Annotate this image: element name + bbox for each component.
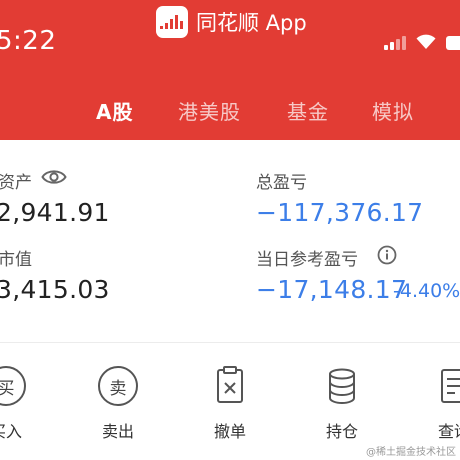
query-label: 查询 [437,422,460,441]
query-button[interactable]: 查询 [414,366,460,446]
sell-label: 卖出 [101,422,134,441]
total-pl-value: −117,376.17 [256,198,424,227]
total-pl-label: 总盈亏 [256,173,307,193]
cancel-order-label: 撤单 [213,422,246,441]
sell-button[interactable]: 卖 卖出 [78,366,158,446]
tonghuashun-logo-icon [156,6,188,38]
cancel-order-button[interactable]: 撤单 [190,366,270,446]
app-badge: 同花顺 App [156,6,307,38]
market-value-value: 3,415.03 [0,275,110,304]
buy-button[interactable]: 买 买入 [0,366,46,446]
tab-simulated[interactable]: 模拟 [372,96,414,125]
buy-icon: 买 [0,366,26,406]
section-divider [0,342,460,343]
watermark: @稀土掘金技术社区 [366,447,456,458]
header-bar: 5:22 同花顺 App A股 港美股 基金 模拟 [0,0,460,140]
status-time: 5:22 [0,26,57,56]
signal-icon [384,36,406,50]
tab-a-shares[interactable]: A股 [96,96,133,125]
holdings-icon [329,368,355,405]
status-icons [384,32,460,50]
app-name: 同花顺 App [196,11,307,35]
cancel-order-icon [217,366,243,403]
query-icon [441,369,460,403]
holdings-label: 持仓 [325,422,358,441]
daily-pl-value: −17,148.17 [256,275,408,304]
market-tabs: A股 港美股 基金 模拟 [0,96,460,125]
daily-pl-percentage: -4.40% [393,280,460,302]
sell-icon: 卖 [98,366,138,406]
tab-funds[interactable]: 基金 [287,96,329,125]
total-assets-value: 2,941.91 [0,198,110,227]
daily-pl-label: 当日参考盈亏 [256,250,358,270]
holdings-button[interactable]: 持仓 [302,366,382,446]
buy-label: 买入 [0,422,22,441]
tab-hk-us-stocks[interactable]: 港美股 [178,96,241,125]
market-value-label: 市值 [0,250,32,270]
battery-icon [446,36,460,50]
info-icon[interactable] [377,245,397,265]
total-assets-label: 资产 [0,173,32,193]
wifi-icon [416,34,436,49]
eye-icon[interactable] [41,167,67,187]
